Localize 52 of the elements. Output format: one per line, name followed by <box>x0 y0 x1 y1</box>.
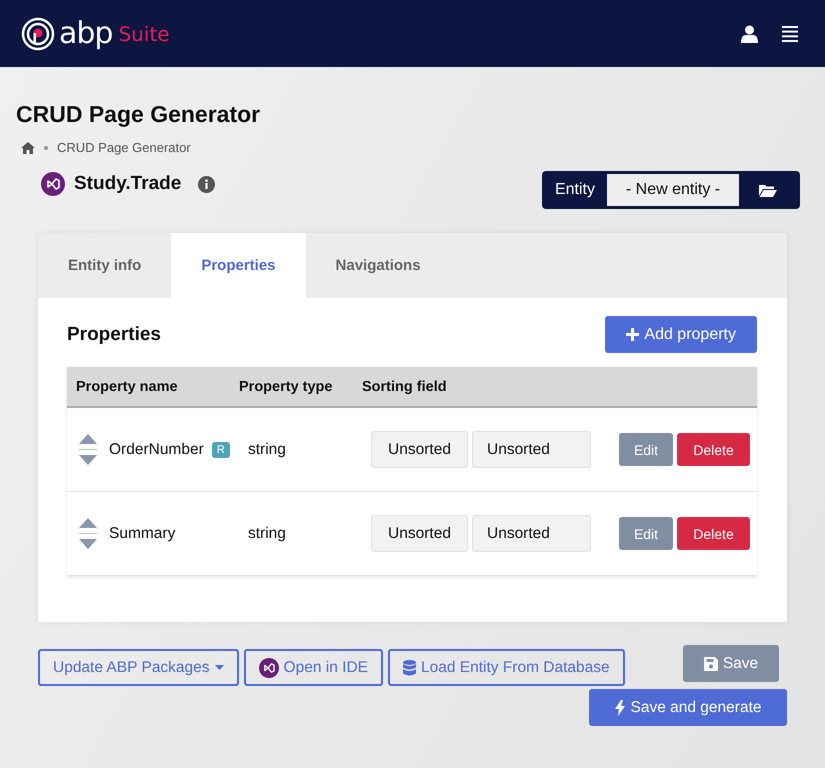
move-up-icon[interactable] <box>79 518 97 528</box>
table-cell: OrderNumber <box>109 440 204 458</box>
entity-label: Entity <box>554 180 596 200</box>
section-heading: Properties <box>67 324 161 346</box>
edit-button[interactable]: Edit <box>619 517 673 550</box>
home-icon[interactable] <box>21 142 35 154</box>
breadcrumb-separator <box>44 146 48 150</box>
info-icon[interactable] <box>198 176 216 192</box>
save-and-generate-button[interactable]: Save and generate <box>589 689 787 726</box>
folder-icon <box>759 184 777 196</box>
update-packages-button[interactable]: Update ABP Packages <box>38 649 239 686</box>
move-up-icon[interactable] <box>79 434 97 444</box>
column-header: Property type <box>239 378 334 394</box>
save-button[interactable]: Save <box>683 645 779 682</box>
table-cell-text: string <box>248 524 287 542</box>
delete-button[interactable]: Delete <box>677 433 750 466</box>
sort-select[interactable]: Unsorted <box>472 515 591 552</box>
tab[interactable]: Properties <box>171 233 306 298</box>
visual-studio-icon <box>258 658 279 678</box>
logo-suffix: Suite <box>118 22 170 46</box>
page-title: CRUD Page Generator <box>16 101 262 128</box>
divider-line <box>79 533 97 534</box>
sort-select[interactable]: Unsorted <box>472 431 591 468</box>
column-header: Sorting field <box>362 378 447 394</box>
delete-button[interactable]: Delete <box>677 517 750 550</box>
table-cell-text: string <box>248 440 287 458</box>
database-icon <box>402 660 416 676</box>
lightning-icon <box>614 700 624 716</box>
sort-select[interactable]: Unsorted <box>371 515 468 552</box>
caret-icon <box>214 665 224 670</box>
logo-text: abp <box>59 16 112 51</box>
move-down-icon[interactable] <box>79 455 97 465</box>
tab[interactable]: Navigations <box>306 233 451 298</box>
plus-icon <box>626 328 640 341</box>
tab[interactable]: Entity info <box>38 233 172 298</box>
menu-icon[interactable] <box>782 26 798 42</box>
logo-icon <box>21 16 55 50</box>
project-name: Study.Trade <box>74 173 182 195</box>
open-ide-button[interactable]: Open in IDE <box>244 649 383 686</box>
sort-select[interactable]: Unsorted <box>371 431 468 468</box>
move-down-icon[interactable] <box>79 539 97 549</box>
load-entity-button[interactable]: Load Entity From Database <box>388 649 625 686</box>
table-cell: Summary <box>109 524 176 542</box>
divider-line <box>79 449 97 450</box>
entity-select[interactable]: - New entity - <box>607 174 739 206</box>
add-property-button[interactable]: Add property <box>605 316 757 353</box>
edit-button[interactable]: Edit <box>619 433 673 466</box>
user-icon[interactable] <box>741 24 758 42</box>
breadcrumb-item[interactable]: CRUD Page Generator <box>57 140 191 155</box>
required-badge: R <box>212 442 230 458</box>
visual-studio-icon <box>41 172 65 196</box>
column-header: Property name <box>75 378 179 394</box>
